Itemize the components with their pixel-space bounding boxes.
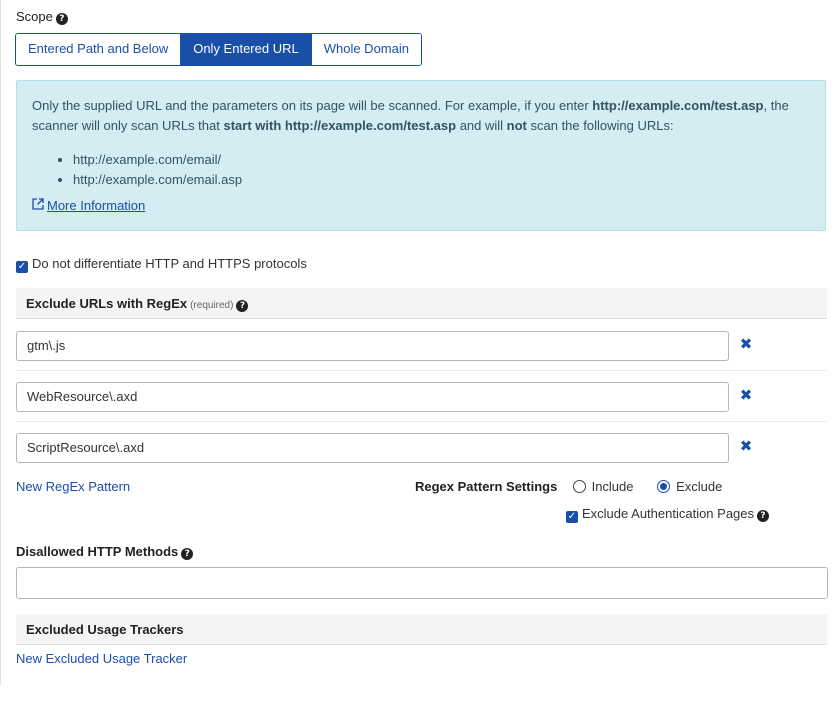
example-url: http://example.com/test.asp — [592, 98, 764, 113]
help-icon[interactable]: ? — [181, 548, 194, 560]
regex-pattern-input[interactable]: WebResource\.axd — [16, 382, 729, 412]
new-excluded-tracker-link[interactable]: New Excluded Usage Tracker — [16, 651, 187, 666]
include-radio-label: Include — [591, 479, 634, 494]
protocol-checkbox-label: Do not differentiate HTTP and HTTPS prot… — [32, 256, 307, 271]
exclude-regex-title: Exclude URLs with RegEx (required)? — [26, 296, 249, 312]
exclude-radio[interactable] — [657, 480, 671, 493]
scope-info-box: Only the supplied URL and the parameters… — [16, 80, 826, 231]
help-icon[interactable]: ? — [236, 300, 249, 312]
remove-icon[interactable]: ✖ — [738, 385, 754, 405]
new-regex-pattern-link[interactable]: New RegEx Pattern — [16, 479, 130, 494]
disallowed-methods-label: Disallowed HTTP Methods? — [16, 544, 194, 560]
regex-pattern-settings: Regex Pattern Settings Include Exclude — [415, 479, 742, 494]
scope-option-whole-domain[interactable]: Whole Domain — [311, 34, 421, 65]
protocol-checkbox[interactable]: ✓ — [16, 261, 28, 273]
regex-pattern-row: gtm\.js ✖ — [16, 321, 827, 371]
list-item: http://example.com/email.asp — [73, 170, 242, 190]
regex-pattern-row: WebResource\.axd ✖ — [16, 372, 827, 422]
exclude-radio-label: Exclude — [676, 479, 723, 494]
remove-icon[interactable]: ✖ — [738, 436, 754, 456]
scope-title-text: Scope — [16, 9, 53, 24]
more-information-link[interactable]: More Information — [32, 198, 145, 213]
protocol-checkbox-row[interactable]: ✓ Do not differentiate HTTP and HTTPS pro… — [16, 256, 307, 273]
exclude-auth-pages-label: Exclude Authentication Pages — [582, 506, 755, 521]
disallowed-methods-input[interactable] — [16, 567, 828, 599]
help-icon[interactable]: ? — [55, 13, 68, 25]
excluded-trackers-header: Excluded Usage Trackers — [16, 614, 827, 645]
list-item: http://example.com/email/ — [73, 150, 242, 170]
excluded-url-examples: http://example.com/email/ http://example… — [32, 150, 242, 190]
regex-pattern-input[interactable]: gtm\.js — [16, 331, 729, 361]
regex-pattern-input[interactable]: ScriptResource\.axd — [16, 433, 729, 463]
regex-settings-label: Regex Pattern Settings — [415, 479, 558, 494]
exclude-auth-pages-checkbox[interactable]: ✓ — [566, 511, 578, 523]
remove-icon[interactable]: ✖ — [738, 334, 754, 354]
scope-toggle-group: Entered Path and Below Only Entered URL … — [15, 33, 422, 66]
scan-settings-page: Scope? Entered Path and Below Only Enter… — [0, 0, 835, 719]
regex-pattern-row: ScriptResource\.axd ✖ — [16, 423, 827, 473]
scope-label: Scope? — [16, 9, 68, 25]
required-tag: (required) — [190, 300, 234, 311]
excluded-trackers-title: Excluded Usage Trackers — [26, 622, 184, 637]
exclude-auth-pages-row[interactable]: ✓ Exclude Authentication Pages? — [566, 506, 770, 523]
scope-option-only-entered-url[interactable]: Only Entered URL — [181, 34, 312, 65]
external-link-icon — [32, 198, 44, 213]
scope-option-entered-path-and-below[interactable]: Entered Path and Below — [16, 34, 182, 65]
scope-description: Only the supplied URL and the parameters… — [32, 98, 789, 133]
help-icon[interactable]: ? — [757, 510, 770, 522]
left-divider — [0, 0, 1, 685]
include-radio[interactable] — [572, 480, 586, 493]
exclude-regex-header: Exclude URLs with RegEx (required)? — [16, 288, 827, 319]
